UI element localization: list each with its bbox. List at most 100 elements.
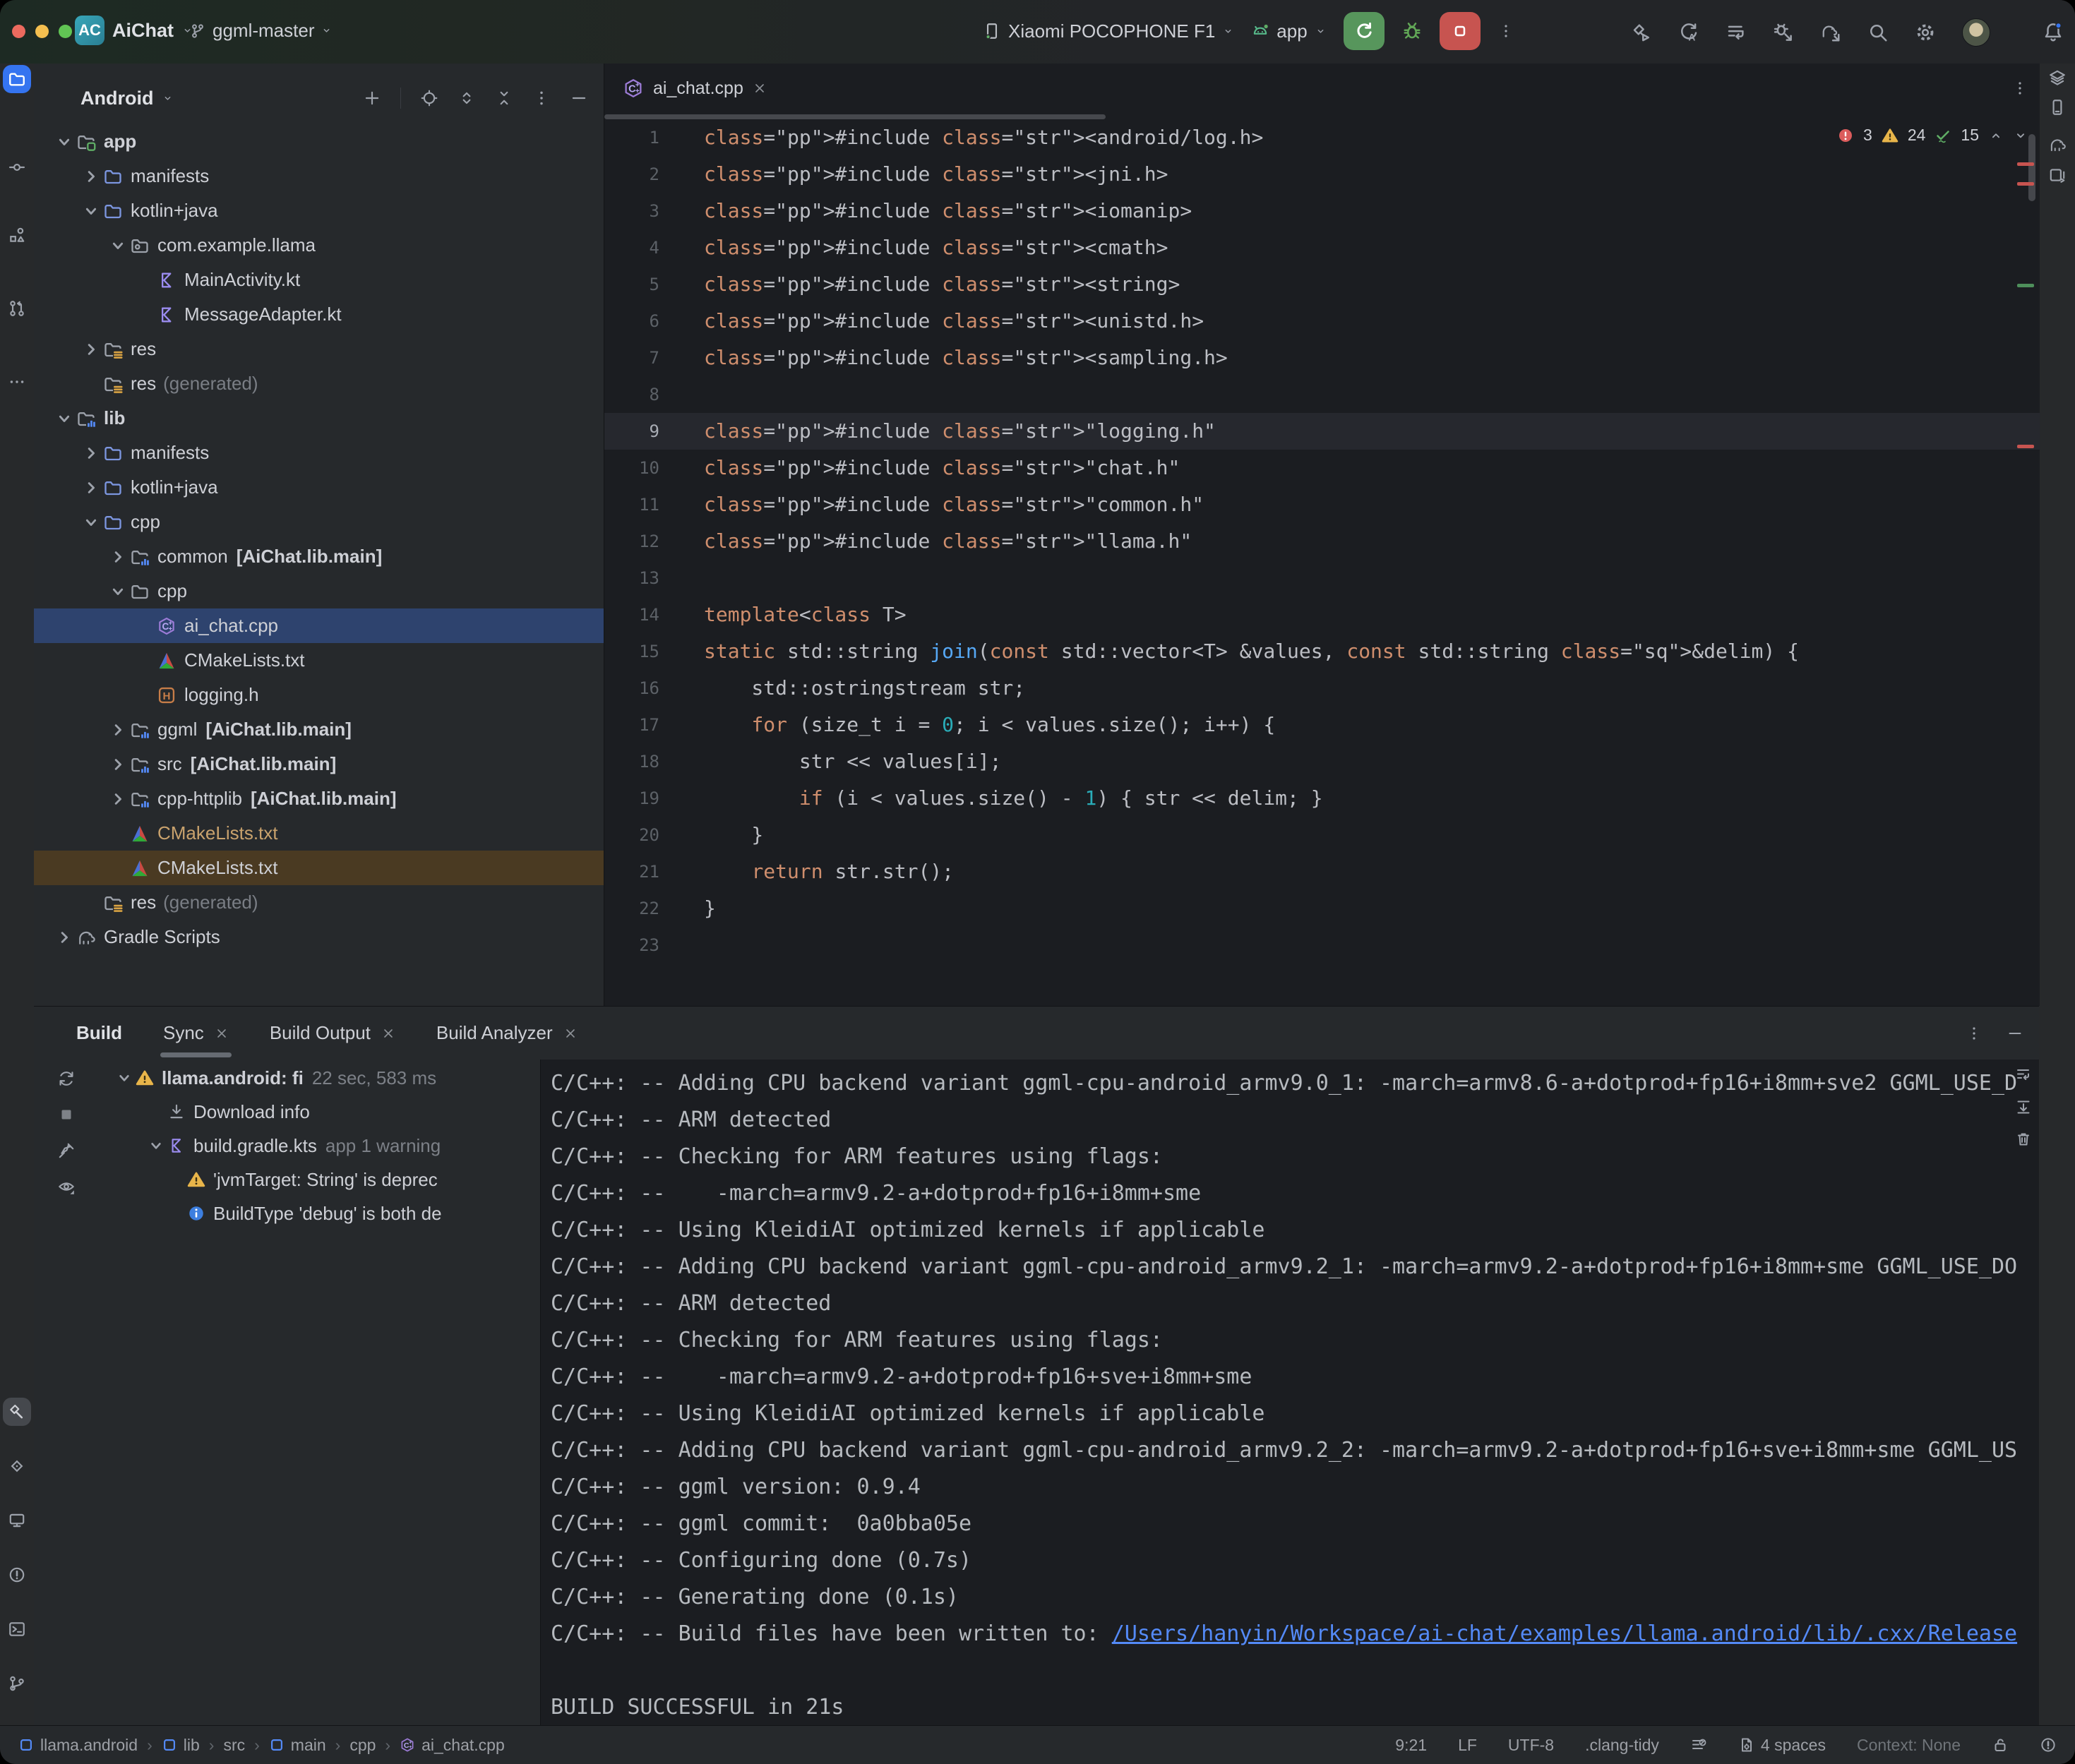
run-configuration-selector[interactable]: app — [1251, 20, 1326, 42]
code-line-text[interactable]: for (size_t i = 0; i < values.size(); i+… — [692, 707, 1275, 743]
line-number[interactable]: 12 — [604, 523, 692, 560]
close-tab-icon[interactable] — [563, 1026, 578, 1040]
breadcrumb-item[interactable]: src — [223, 1736, 245, 1755]
chevron-right-icon[interactable] — [106, 752, 130, 776]
build-options-icon[interactable] — [1966, 1025, 1983, 1042]
close-tab-icon[interactable] — [753, 81, 767, 95]
code-line-text[interactable] — [692, 560, 704, 596]
build-analyzer-icon[interactable] — [1726, 22, 1747, 43]
tree-item[interactable]: CMakeLists.txt — [34, 816, 604, 851]
chevron-down-icon[interactable] — [79, 510, 103, 534]
close-window-button[interactable] — [12, 25, 25, 38]
avatar[interactable] — [1962, 18, 1990, 47]
close-tab-icon[interactable] — [215, 1026, 229, 1040]
code-line-text[interactable] — [692, 376, 704, 413]
formatter-mode-icon[interactable] — [1690, 1736, 1707, 1753]
chevron-right-icon[interactable] — [52, 925, 76, 949]
code-line-text[interactable]: } — [692, 817, 763, 853]
code-line-text[interactable]: std::ostringstream str; — [692, 670, 1025, 707]
tree-item[interactable]: app — [34, 124, 604, 159]
line-number[interactable]: 13 — [604, 560, 692, 596]
build-tab-build-output[interactable]: Build Output — [270, 1007, 395, 1060]
breadcrumb-item[interactable]: cpp — [349, 1736, 376, 1755]
tree-item[interactable]: cpp-httplib[AiChat.lib.main] — [34, 781, 604, 816]
chevron-right-icon[interactable] — [79, 476, 103, 500]
code-style-config[interactable]: .clang-tidy — [1585, 1736, 1659, 1755]
tree-item[interactable]: src[AiChat.lib.main] — [34, 747, 604, 781]
minimize-window-button[interactable] — [35, 25, 49, 38]
context-indicator[interactable]: Context: None — [1857, 1736, 1961, 1755]
indent-setting[interactable]: 4 spaces — [1738, 1736, 1826, 1755]
breadcrumb-item[interactable]: C++ai_chat.cpp — [400, 1736, 505, 1755]
select-opened-file-icon[interactable] — [420, 89, 438, 107]
line-number[interactable]: 18 — [604, 743, 692, 780]
build-tree-item[interactable]: 'jvmTarget: String' is deprec — [99, 1163, 540, 1196]
tree-item[interactable]: CMakeLists.txt — [34, 851, 604, 885]
line-number[interactable]: 1 — [604, 119, 692, 156]
code-line-text[interactable]: class="pp">#include class="str">"common.… — [692, 486, 1204, 523]
pull-requests-tool-icon[interactable] — [8, 299, 26, 318]
gradle-tool-icon[interactable] — [2048, 136, 2067, 154]
re-sync-icon[interactable] — [57, 1069, 76, 1088]
tree-item[interactable]: manifests — [34, 436, 604, 470]
breadcrumb-item[interactable]: llama.android — [18, 1736, 138, 1755]
tree-item[interactable]: lib — [34, 401, 604, 436]
add-icon[interactable] — [363, 89, 381, 107]
inspections-widget[interactable]: 32415 — [1837, 126, 2028, 145]
inspections-widget-icon[interactable] — [2040, 1736, 2057, 1753]
device-manager-tool-icon[interactable] — [8, 1511, 26, 1530]
line-number[interactable]: 5 — [604, 266, 692, 303]
tree-item[interactable]: common[AiChat.lib.main] — [34, 539, 604, 574]
scroll-to-end-icon[interactable] — [2015, 1098, 2032, 1115]
tree-item[interactable]: kotlin+java — [34, 193, 604, 228]
expand-all-icon[interactable] — [458, 89, 476, 107]
tree-item[interactable]: CMakeLists.txt — [34, 643, 604, 678]
line-number[interactable]: 10 — [604, 450, 692, 486]
app-inspection-tool-icon[interactable] — [8, 1457, 26, 1475]
chevron-down-icon[interactable] — [145, 1134, 167, 1157]
pin-tab-icon[interactable] — [57, 1141, 76, 1160]
breadcrumb-item[interactable]: main — [269, 1736, 326, 1755]
chevron-right-icon[interactable] — [79, 337, 103, 361]
tree-item[interactable]: manifests — [34, 159, 604, 193]
clear-all-icon[interactable] — [2015, 1131, 2032, 1148]
tree-item[interactable]: MessageAdapter.kt — [34, 297, 604, 332]
unlock-icon[interactable] — [1992, 1736, 2009, 1753]
line-number[interactable]: 14 — [604, 596, 692, 633]
attach-debugger-icon[interactable] — [1773, 22, 1794, 43]
code-line-text[interactable]: return str.str(); — [692, 853, 954, 890]
breadcrumb-item[interactable]: lib — [162, 1736, 200, 1755]
hide-build-panel-icon[interactable] — [2007, 1025, 2023, 1042]
tree-item[interactable]: res — [34, 332, 604, 366]
tree-item[interactable]: res(generated) — [34, 885, 604, 920]
code-line-text[interactable]: } — [692, 890, 716, 927]
soft-wrap-icon[interactable] — [2015, 1066, 2032, 1083]
commit-tool-icon[interactable] — [8, 158, 26, 176]
code-line-text[interactable]: class="pp">#include class="str"><unistd.… — [692, 303, 1204, 340]
code-line-text[interactable]: str << values[i]; — [692, 743, 1001, 780]
tree-item[interactable]: MainActivity.kt — [34, 263, 604, 297]
line-number[interactable]: 2 — [604, 156, 692, 193]
editor-tab[interactable]: C++ ai_chat.cpp — [610, 64, 779, 113]
build-tree-item[interactable]: llama.android: fi22 sec, 583 ms — [99, 1061, 540, 1095]
debug-button[interactable] — [1401, 20, 1423, 42]
chevron-down-icon[interactable] — [79, 199, 103, 223]
code-line-text[interactable]: class="pp">#include class="str"><jni.h> — [692, 156, 1168, 193]
code-line-text[interactable]: template<class T> — [692, 596, 907, 633]
code-line-text[interactable]: class="pp">#include class="str"><samplin… — [692, 340, 1228, 376]
tree-item-selected[interactable]: C++ai_chat.cpp — [34, 608, 604, 643]
code-line-text[interactable]: class="pp">#include class="str">"llama.h… — [692, 523, 1192, 560]
build-tab-sync[interactable]: Sync — [163, 1007, 229, 1060]
structure-tool-icon[interactable] — [8, 226, 26, 244]
line-number[interactable]: 20 — [604, 817, 692, 853]
chevron-right-icon[interactable] — [106, 545, 130, 569]
line-separator[interactable]: LF — [1458, 1736, 1477, 1755]
tree-item[interactable]: com.example.llama — [34, 228, 604, 263]
vertical-scrollbar[interactable] — [2028, 134, 2035, 201]
project-view-title[interactable]: Android — [80, 88, 153, 109]
code-line-text[interactable]: class="pp">#include class="str"><cmath> — [692, 229, 1168, 266]
line-number[interactable]: 16 — [604, 670, 692, 707]
horizontal-scrollbar[interactable] — [604, 114, 1106, 119]
hide-panel-icon[interactable] — [570, 89, 588, 107]
code-line-text[interactable]: class="pp">#include class="str"><android… — [692, 119, 1263, 156]
